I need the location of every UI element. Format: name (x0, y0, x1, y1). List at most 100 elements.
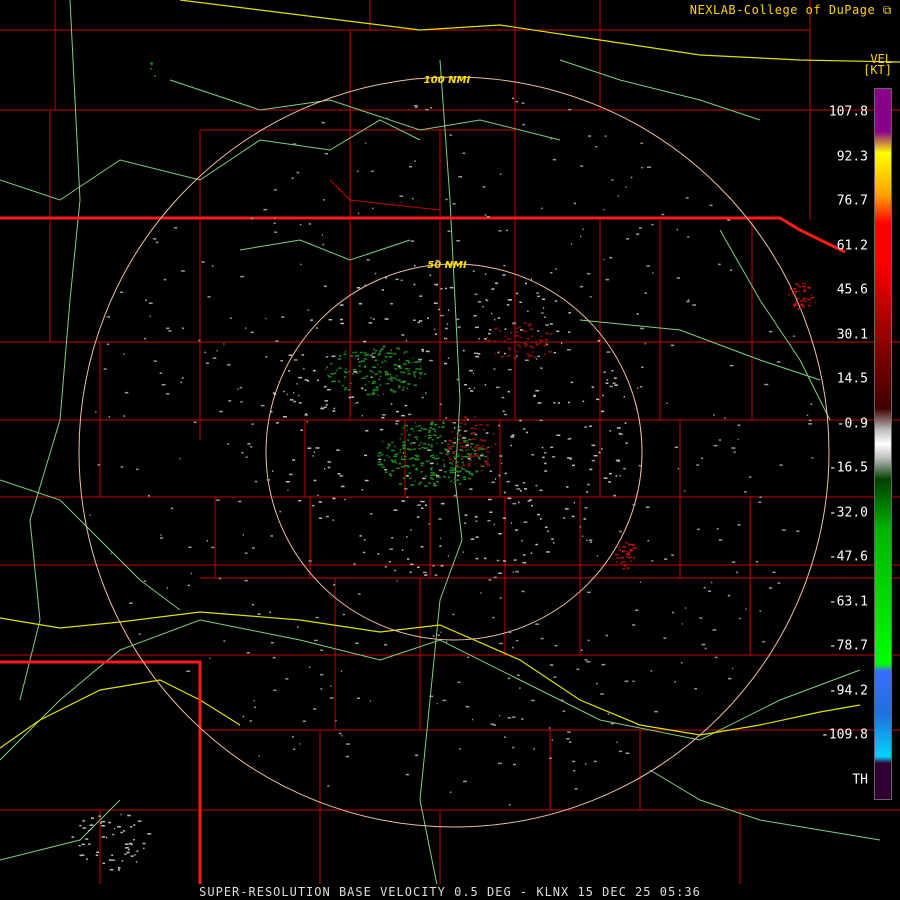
echo-inbound (469, 443, 474, 445)
echo-near-zero (516, 355, 518, 357)
echo-inbound (416, 438, 418, 441)
echo-clutter (499, 714, 501, 717)
echo-clutter (491, 481, 495, 483)
echo-clutter (437, 634, 440, 636)
echo-near-zero (420, 546, 424, 548)
echo-inbound (434, 423, 438, 426)
echo-inbound (354, 351, 357, 354)
echo-inbound (458, 439, 460, 441)
echo-clutter (737, 524, 741, 526)
echo-clutter (456, 378, 459, 381)
echo-inbound (150, 68, 152, 70)
echo-outbound (622, 567, 625, 570)
echo-outbound (549, 333, 553, 335)
echo-outbound (468, 456, 472, 458)
echo-clutter (587, 272, 590, 275)
echo-near-zero (602, 394, 604, 397)
echo-inbound (408, 458, 412, 460)
echo-clutter (223, 640, 226, 642)
echo-inbound (456, 479, 460, 481)
echo-near-zero (413, 283, 416, 286)
echo-clutter (386, 117, 388, 120)
echo-near-zero (393, 509, 398, 511)
echo-clutter (89, 514, 91, 516)
echo-clutter (527, 310, 529, 312)
echo-clutter (727, 677, 732, 680)
echo-inbound (404, 351, 408, 353)
echo-inbound (390, 379, 393, 382)
echo-clutter (325, 515, 329, 518)
echo-outbound (508, 349, 511, 351)
echo-near-zero (428, 523, 430, 525)
echo-inbound (393, 353, 397, 355)
echo-near-zero (327, 389, 331, 391)
echo-clutter (317, 494, 319, 496)
echo-inbound (462, 476, 467, 478)
echo-clutter (636, 387, 639, 389)
echo-inbound (435, 476, 437, 479)
echo-inbound (393, 455, 396, 457)
echo-near-zero (298, 500, 302, 502)
echo-clutter (641, 166, 644, 169)
echo-clutter (244, 579, 248, 582)
echo-clutter (501, 396, 505, 399)
echo-clutter (138, 633, 141, 635)
echo-inbound (418, 447, 421, 450)
echo-near-zero (535, 390, 539, 392)
echo-outbound (522, 341, 526, 343)
echo-clutter (299, 223, 302, 226)
credit-label[interactable]: NEXLAB-College of DuPage ⧉ (690, 3, 892, 18)
echo-inbound (391, 461, 396, 463)
echo-inbound (385, 373, 390, 375)
echo-near-zero (615, 475, 618, 477)
echo-inbound (461, 461, 465, 464)
echo-outbound (461, 419, 465, 421)
echo-clutter (258, 755, 260, 757)
echo-clutter (128, 848, 130, 851)
echo-clutter (606, 351, 611, 353)
echo-clutter (366, 259, 370, 261)
external-link-icon[interactable]: ⧉ (883, 3, 892, 17)
echo-outbound (486, 336, 488, 338)
credit-text[interactable]: NEXLAB-College of DuPage (690, 3, 875, 17)
echo-near-zero (370, 513, 373, 515)
echo-near-zero (489, 511, 493, 513)
echo-near-zero (417, 321, 420, 324)
echo-clutter (651, 223, 654, 226)
echo-clutter (731, 561, 736, 563)
echo-inbound (403, 455, 407, 458)
echo-clutter (609, 385, 613, 388)
echo-clutter (78, 845, 81, 847)
echo-near-zero (467, 418, 469, 421)
echo-clutter (596, 555, 598, 557)
echo-clutter (338, 732, 342, 735)
echo-inbound (480, 448, 483, 450)
echo-inbound (386, 447, 389, 449)
echo-outbound (446, 454, 448, 456)
echo-near-zero (553, 542, 555, 544)
echo-clutter (541, 312, 544, 314)
echo-inbound (391, 470, 395, 472)
echo-outbound (807, 304, 811, 307)
echo-clutter (573, 770, 576, 772)
echo-inbound (420, 464, 424, 467)
echo-clutter (718, 439, 722, 441)
echo-near-zero (364, 284, 366, 287)
echo-clutter (88, 843, 91, 845)
echo-inbound (379, 375, 382, 377)
echo-near-zero (395, 423, 398, 425)
echo-near-zero (285, 481, 290, 483)
echo-outbound (512, 324, 515, 326)
echo-clutter (265, 317, 267, 320)
echo-near-zero (475, 355, 479, 358)
echo-near-zero (462, 437, 466, 439)
echo-outbound (528, 323, 533, 325)
echo-clutter (674, 446, 679, 448)
echo-clutter (515, 570, 519, 573)
echo-clutter (671, 554, 674, 556)
echo-outbound (795, 301, 797, 303)
echo-near-zero (413, 319, 416, 321)
echo-clutter (573, 202, 577, 205)
echo-near-zero (356, 287, 361, 289)
echo-clutter (440, 288, 443, 290)
